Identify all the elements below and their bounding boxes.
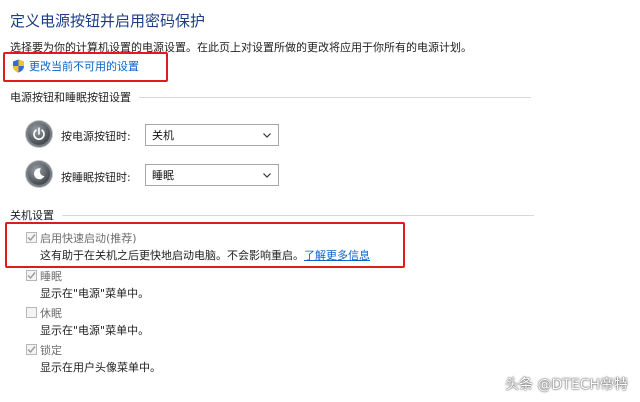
watermark-text: 头条 @DTECH帝特 [505,377,628,393]
fast-startup-label: 启用快速启动(推荐) [40,232,137,245]
page-description: 选择要为你的计算机设置的电源设置。在此页上对设置所做的更改将应用于你所有的电源计… [10,41,472,54]
page-title: 定义电源按钮并启用密码保护 [10,12,206,30]
power-button-label: 按电源按钮时: [61,130,131,143]
fast-startup-desc: 这有助于在关机之后更快地启动电脑。不会影响重启。了解更多信息 [40,247,370,263]
sleep-label: 睡眠 [40,270,62,283]
hibernate-label: 休眠 [40,307,62,320]
section-power-buttons: 电源按钮和睡眠按钮设置 [10,89,531,105]
section-divider [139,96,531,98]
sleep-button-select-value: 睡眠 [152,169,174,182]
lock-desc: 显示在用户头像菜单中。 [40,361,161,374]
sleep-checkbox[interactable] [26,270,37,281]
learn-more-link[interactable]: 了解更多信息 [304,249,370,262]
lock-checkbox[interactable] [26,344,37,355]
sleep-button-select[interactable]: 睡眠 [145,164,279,186]
power-button-select[interactable]: 关机 [145,124,279,146]
lock-label: 锁定 [40,344,62,357]
sleep-button-label: 按睡眠按钮时: [61,171,131,184]
checkmark-icon [27,346,36,354]
power-button-select-value: 关机 [152,129,174,142]
power-button-icon [26,121,52,147]
uac-shield-icon [13,59,24,73]
fast-startup-checkbox[interactable] [26,232,37,243]
checkmark-icon [27,272,36,280]
chevron-down-icon [263,173,271,178]
moon-icon [33,168,45,180]
checkmark-icon [27,234,36,242]
fast-startup-desc-text: 这有助于在关机之后更快地启动电脑。不会影响重启。 [40,249,304,262]
power-symbol-icon [33,127,45,140]
section-power-buttons-title: 电源按钮和睡眠按钮设置 [10,91,131,104]
change-settings-label: 更改当前不可用的设置 [29,60,139,73]
section-divider [62,214,534,216]
section-shutdown-title: 关机设置 [10,209,54,222]
hibernate-desc: 显示在"电源"菜单中。 [40,324,150,337]
hibernate-checkbox[interactable] [26,307,37,318]
sleep-desc: 显示在"电源"菜单中。 [40,287,150,300]
section-shutdown: 关机设置 [10,207,534,223]
chevron-down-icon [263,133,271,138]
change-settings-link[interactable]: 更改当前不可用的设置 [12,58,139,74]
sleep-button-icon [26,161,52,187]
